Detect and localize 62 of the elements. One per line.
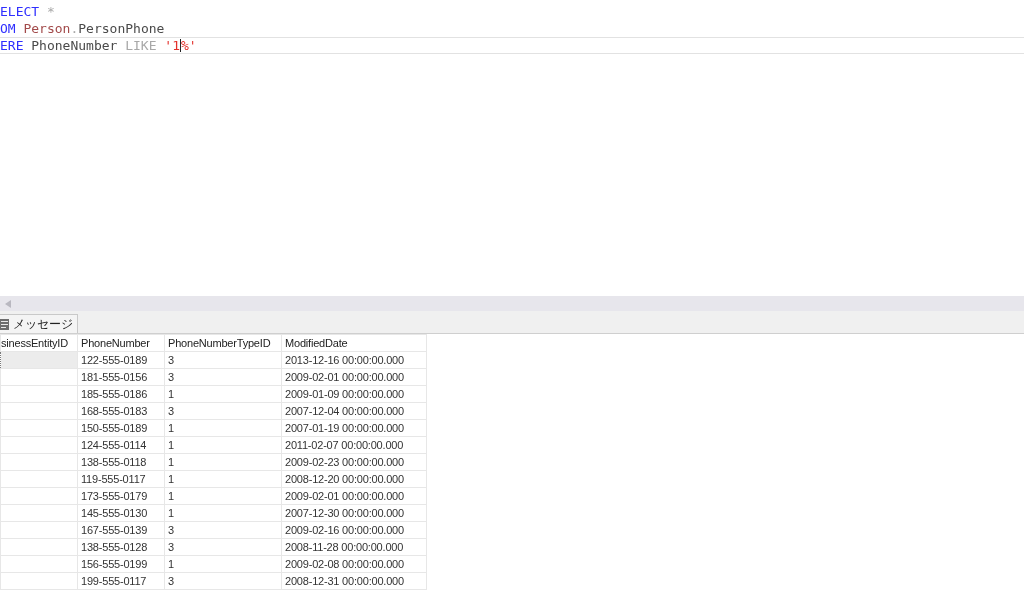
table-cell: 2007-12-04 00:00:00.000 — [281, 402, 427, 420]
table-cell: 1 — [164, 436, 282, 454]
table-cell: 2013-12-16 00:00:00.000 — [281, 351, 427, 369]
table-cell: 2007-01-19 00:00:00.000 — [281, 419, 427, 437]
table-cell: 168-555-0183 — [77, 402, 165, 420]
table-cell: 122-555-0189 — [77, 351, 165, 369]
table-cell: 185-555-0186 — [77, 385, 165, 403]
table-cell: 3 — [164, 538, 282, 556]
table-cell: 2009-01-09 00:00:00.000 — [281, 385, 427, 403]
table-cell: 3 — [164, 368, 282, 386]
schema-name: Person — [23, 21, 71, 36]
table-cell: 1 — [164, 555, 282, 573]
identifier: PhoneNumber — [31, 38, 118, 53]
table-cell: 150-555-0189 — [77, 419, 165, 437]
table-cell: 156-555-0199 — [77, 555, 165, 573]
table-cell: 3 — [164, 402, 282, 420]
table-cell: 124-555-0114 — [77, 436, 165, 454]
column-header: PhoneNumber — [77, 334, 165, 352]
table-cell: 119-555-0117 — [77, 470, 165, 488]
column-header: sinessEntityID — [0, 334, 78, 352]
table-cell: 3 — [164, 572, 282, 590]
table-cell: 3 — [164, 351, 282, 369]
table-cell: 1 — [164, 470, 282, 488]
table-cell: 138-555-0118 — [77, 453, 165, 471]
string-literal: %' — [181, 38, 197, 53]
sql-operator: * — [46, 4, 55, 19]
table-cell: 1 — [164, 385, 282, 403]
table-cell: 2009-02-08 00:00:00.000 — [281, 555, 427, 573]
identifier: PersonPhone — [78, 21, 165, 36]
messages-tab[interactable]: メッセージ — [0, 314, 78, 333]
table-cell: 2008-12-31 00:00:00.000 — [281, 572, 427, 590]
table-cell: 2009-02-23 00:00:00.000 — [281, 453, 427, 471]
table-cell: 2009-02-01 00:00:00.000 — [281, 487, 427, 505]
table-cell: 1 — [164, 419, 282, 437]
table-cell: 1 — [164, 487, 282, 505]
table-cell: 2008-11-28 00:00:00.000 — [281, 538, 427, 556]
column-header: ModifiedDate — [281, 334, 427, 352]
table-cell: 167-555-0139 — [77, 521, 165, 539]
scroll-left-arrow-icon[interactable] — [5, 299, 11, 308]
text-cursor-icon — [180, 39, 181, 52]
horizontal-scrollbar[interactable] — [0, 296, 1024, 311]
column-header: PhoneNumberTypeID — [164, 334, 282, 352]
table-cell: 2008-12-20 00:00:00.000 — [281, 470, 427, 488]
table-cell: 2011-02-07 00:00:00.000 — [281, 436, 427, 454]
table-cell: 145-555-0130 — [77, 504, 165, 522]
table-cell: 1 — [164, 453, 282, 471]
table-cell: 1 — [164, 504, 282, 522]
table-cell: 3 — [164, 521, 282, 539]
table-cell: 199-555-0117 — [77, 572, 165, 590]
document-icon — [0, 318, 9, 330]
table-cell: 2009-02-01 00:00:00.000 — [281, 368, 427, 386]
sql-keyword: ELECT — [0, 4, 40, 19]
table-cell: 2009-02-16 00:00:00.000 — [281, 521, 427, 539]
sql-operator: LIKE — [125, 38, 157, 53]
table-cell: 2007-12-30 00:00:00.000 — [281, 504, 427, 522]
string-literal: '1 — [164, 38, 180, 53]
table-cell: 173-555-0179 — [77, 487, 165, 505]
table-cell: 181-555-0156 — [77, 368, 165, 386]
sql-keyword: ERE — [0, 38, 24, 53]
table-cell: 138-555-0128 — [77, 538, 165, 556]
sql-keyword: OM — [0, 21, 16, 36]
sql-operator: . — [70, 21, 79, 36]
